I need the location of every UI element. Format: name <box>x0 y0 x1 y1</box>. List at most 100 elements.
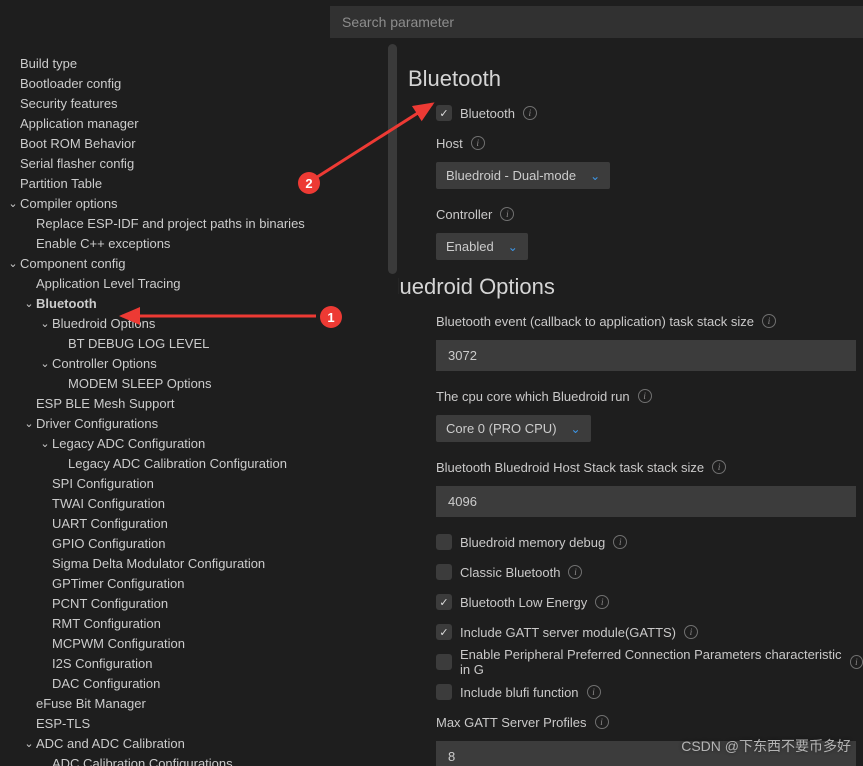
sidebar-item[interactable]: ·RMT Configuration <box>6 614 398 634</box>
option-checkbox[interactable]: ✓ <box>436 624 452 640</box>
option-label: Include GATT server module(GATTS) <box>460 625 676 640</box>
sidebar-item[interactable]: ·ADC Calibration Configurations <box>6 754 398 766</box>
sidebar-item-label: Build type <box>20 54 77 74</box>
option-label: Enable Peripheral Preferred Connection P… <box>460 647 842 677</box>
sidebar-item[interactable]: ·Build type <box>6 54 398 74</box>
info-icon[interactable]: i <box>587 685 601 699</box>
sidebar-item-label: eFuse Bit Manager <box>36 694 146 714</box>
info-icon[interactable]: i <box>568 565 582 579</box>
info-icon[interactable]: i <box>638 389 652 403</box>
sidebar-item[interactable]: ·Serial flasher config <box>6 154 398 174</box>
info-icon[interactable]: i <box>613 535 627 549</box>
sidebar-item-label: TWAI Configuration <box>52 494 165 514</box>
sidebar-item-label: PCNT Configuration <box>52 594 168 614</box>
sidebar-item-label: Bluetooth <box>36 294 97 314</box>
stack-cb-label: Bluetooth event (callback to application… <box>436 314 754 329</box>
sidebar-item[interactable]: ·I2S Configuration <box>6 654 398 674</box>
sidebar-item-label: Driver Configurations <box>36 414 158 434</box>
stack-cb-input[interactable] <box>436 340 856 371</box>
scrollbar-thumb[interactable] <box>388 44 397 274</box>
sidebar-item[interactable]: ·GPTimer Configuration <box>6 574 398 594</box>
bluetooth-enable-label: Bluetooth <box>460 106 515 121</box>
sidebar-item[interactable]: ⌄Driver Configurations <box>6 414 398 434</box>
sidebar-item[interactable]: ·Application Level Tracing <box>6 274 398 294</box>
sidebar-item-label: GPTimer Configuration <box>52 574 184 594</box>
host-select-value: Bluedroid - Dual-mode <box>446 168 576 183</box>
sidebar-item[interactable]: ⌄Legacy ADC Configuration <box>6 434 398 454</box>
host-stack-input[interactable] <box>436 486 856 517</box>
sidebar-item-label: Component config <box>20 254 126 274</box>
sidebar-item[interactable]: ·Bootloader config <box>6 74 398 94</box>
option-checkbox[interactable]: ✓ <box>436 564 452 580</box>
sidebar-item-label: ADC Calibration Configurations <box>52 754 233 766</box>
bluetooth-enable-checkbox[interactable]: ✓ <box>436 105 452 121</box>
host-select[interactable]: Bluedroid - Dual-mode ⌄ <box>436 162 610 189</box>
sidebar-item-label: Enable C++ exceptions <box>36 234 170 254</box>
info-icon[interactable]: i <box>712 460 726 474</box>
sidebar-item[interactable]: ·MODEM SLEEP Options <box>6 374 398 394</box>
chevron-down-icon: ⌄ <box>22 414 36 434</box>
max-profiles-label: Max GATT Server Profiles <box>436 715 587 730</box>
sidebar-item-label: Bluedroid Options <box>52 314 155 334</box>
sidebar-item[interactable]: ·PCNT Configuration <box>6 594 398 614</box>
sidebar-item[interactable]: ·ESP-TLS <box>6 714 398 734</box>
option-checkbox[interactable]: ✓ <box>436 594 452 610</box>
info-icon[interactable]: i <box>684 625 698 639</box>
sidebar-item[interactable]: ·Legacy ADC Calibration Configuration <box>6 454 398 474</box>
info-icon[interactable]: i <box>500 207 514 221</box>
search-input[interactable] <box>330 6 863 38</box>
sidebar-item[interactable]: ·MCPWM Configuration <box>6 634 398 654</box>
option-checkbox[interactable]: ✓ <box>436 684 452 700</box>
sidebar-item[interactable]: ·Security features <box>6 94 398 114</box>
sidebar-item-label: BT DEBUG LOG LEVEL <box>68 334 209 354</box>
core-select[interactable]: Core 0 (PRO CPU) ⌄ <box>436 415 591 442</box>
sidebar-item[interactable]: ⌄ADC and ADC Calibration <box>6 734 398 754</box>
info-icon[interactable]: i <box>471 136 485 150</box>
option-checkbox[interactable]: ✓ <box>436 654 452 670</box>
sidebar-item[interactable]: ·TWAI Configuration <box>6 494 398 514</box>
sidebar-item-label: ESP BLE Mesh Support <box>36 394 175 414</box>
sidebar-item[interactable]: ·ESP BLE Mesh Support <box>6 394 398 414</box>
info-icon[interactable]: i <box>523 106 537 120</box>
sidebar-item-label: GPIO Configuration <box>52 534 165 554</box>
sidebar-item[interactable]: ·Partition Table <box>6 174 398 194</box>
sidebar-item-label: RMT Configuration <box>52 614 161 634</box>
sidebar-item[interactable]: ·Boot ROM Behavior <box>6 134 398 154</box>
sidebar-item[interactable]: ·eFuse Bit Manager <box>6 694 398 714</box>
info-icon[interactable]: i <box>762 314 776 328</box>
section-bluetooth-title: Bluetooth <box>408 66 863 92</box>
chevron-down-icon: ⌄ <box>6 254 20 274</box>
sidebar-item-label: Bootloader config <box>20 74 121 94</box>
watermark: CSDN @下东西不要币多好 <box>681 736 851 756</box>
sidebar-item-label: MODEM SLEEP Options <box>68 374 212 394</box>
host-stack-label: Bluetooth Bluedroid Host Stack task stac… <box>436 460 704 475</box>
annotation-badge-2: 2 <box>298 172 320 194</box>
sidebar-item[interactable]: ⌄Controller Options <box>6 354 398 374</box>
sidebar-item[interactable]: ·SPI Configuration <box>6 474 398 494</box>
option-checkbox[interactable]: ✓ <box>436 534 452 550</box>
sidebar-item[interactable]: ·Sigma Delta Modulator Configuration <box>6 554 398 574</box>
sidebar-item-label: MCPWM Configuration <box>52 634 185 654</box>
option-label: Classic Bluetooth <box>460 565 560 580</box>
annotation-badge-1: 1 <box>320 306 342 328</box>
chevron-down-icon: ⌄ <box>38 434 52 454</box>
sidebar-item[interactable]: ·BT DEBUG LOG LEVEL <box>6 334 398 354</box>
controller-select[interactable]: Enabled ⌄ <box>436 233 528 260</box>
sidebar-item[interactable]: ·Enable C++ exceptions <box>6 234 398 254</box>
sidebar-item[interactable]: ⌄Component config <box>6 254 398 274</box>
sidebar-item-label: Partition Table <box>20 174 102 194</box>
chevron-down-icon: ⌄ <box>22 294 36 314</box>
scrollbar[interactable] <box>388 44 397 766</box>
info-icon[interactable]: i <box>595 595 609 609</box>
info-icon[interactable]: i <box>595 715 609 729</box>
sidebar-item[interactable]: ·Application manager <box>6 114 398 134</box>
sidebar-item[interactable]: ·DAC Configuration <box>6 674 398 694</box>
sidebar-item-label: Sigma Delta Modulator Configuration <box>52 554 265 574</box>
sidebar-item[interactable]: ⌄Compiler options <box>6 194 398 214</box>
info-icon[interactable]: i <box>850 655 863 669</box>
chevron-down-icon: ⌄ <box>38 354 52 374</box>
sidebar-item[interactable]: ·UART Configuration <box>6 514 398 534</box>
sidebar-item[interactable]: ·Replace ESP-IDF and project paths in bi… <box>6 214 398 234</box>
sidebar-item[interactable]: ·GPIO Configuration <box>6 534 398 554</box>
sidebar-item-label: Legacy ADC Configuration <box>52 434 205 454</box>
